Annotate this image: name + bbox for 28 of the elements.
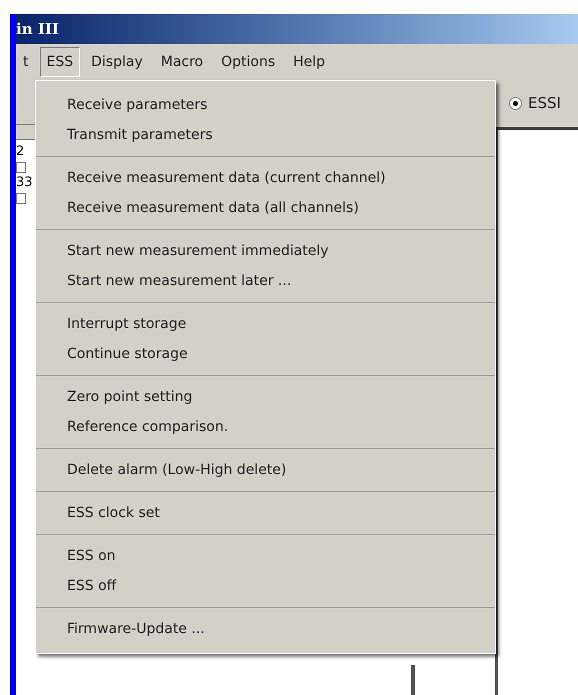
menu-option[interactable]: Receive measurement data (current channel) — [36, 163, 495, 193]
menu-item[interactable]: ESS — [40, 47, 80, 77]
menu-option[interactable]: Delete alarm (Low-High delete) — [36, 455, 495, 485]
menu-option[interactable]: ESS clock set — [36, 498, 495, 528]
menu-option[interactable]: Firmware-Update ... — [36, 614, 495, 644]
radio-label: ESSI — [528, 93, 561, 114]
menu-option[interactable]: ESS off — [36, 571, 495, 601]
window-title: in III — [16, 18, 59, 40]
menu-option[interactable]: Receive parameters — [36, 90, 495, 120]
list-label: 33 — [16, 175, 34, 191]
menu-option[interactable]: Start new measurement immediately — [36, 236, 495, 266]
menu-option[interactable]: Start new measurement later ... — [36, 266, 495, 296]
menu-option[interactable]: ESS on — [36, 541, 495, 571]
menu-option[interactable]: Zero point setting — [36, 382, 495, 412]
menu-option[interactable]: Transmit parameters — [36, 120, 495, 150]
checkbox[interactable] — [16, 162, 26, 173]
menu-option[interactable]: Continue storage — [36, 339, 495, 369]
checkbox[interactable] — [16, 193, 26, 204]
radio-button[interactable] — [509, 97, 522, 110]
menu-item[interactable]: Macro — [154, 47, 210, 77]
menu-option[interactable]: Interrupt storage — [36, 309, 495, 339]
menu-item[interactable]: t — [16, 47, 36, 77]
menu-option[interactable]: Receive measurement data (all channels) — [36, 193, 495, 223]
menu-item[interactable]: Help — [286, 47, 332, 77]
menu-item[interactable]: Options — [214, 47, 282, 77]
list-label: 2 — [16, 144, 26, 160]
menu-item[interactable]: Display — [84, 47, 150, 77]
menu-option[interactable]: Reference comparison. — [36, 412, 495, 442]
